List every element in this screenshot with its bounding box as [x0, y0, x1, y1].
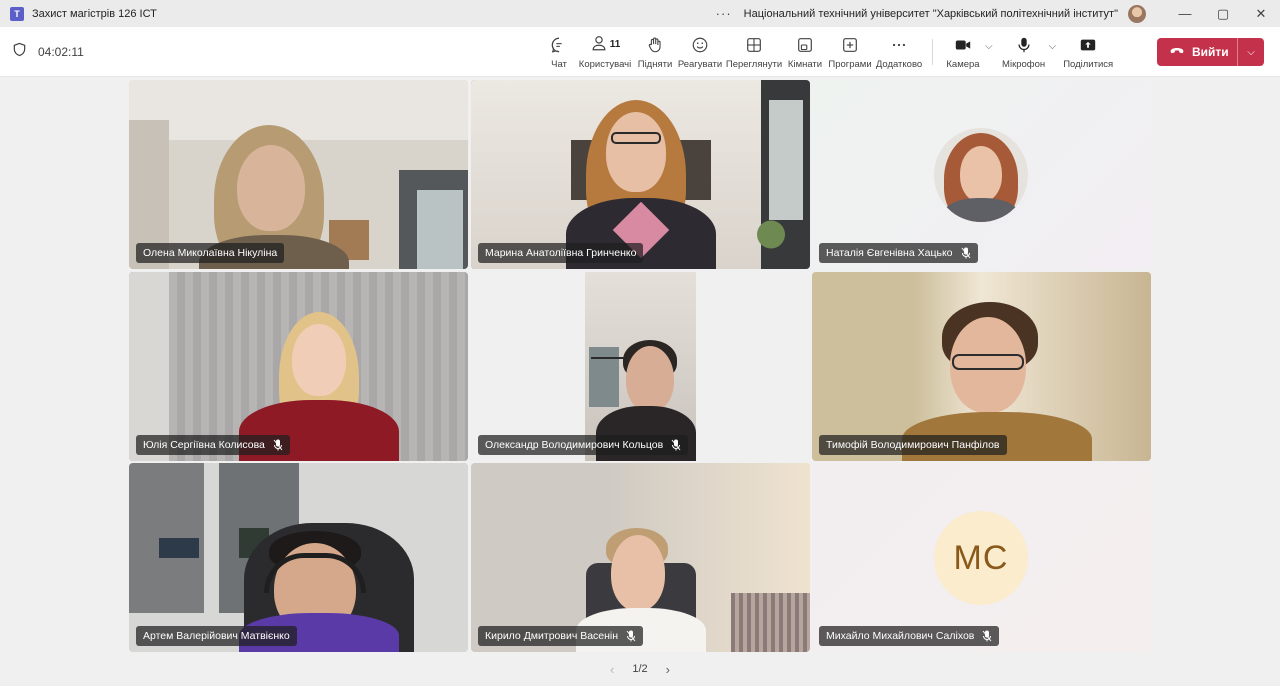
title-bar: T Захист магістрів 126 ІСТ ··· Національ… — [0, 0, 1280, 27]
rooms-button[interactable]: Кімнати — [784, 27, 826, 77]
participant-tile-speaking[interactable]: Марина Анатоліївна Гринченко — [471, 80, 810, 269]
raise-hand-label: Підняти — [637, 58, 673, 70]
shield-icon — [12, 42, 27, 62]
participant-name-tag: Кирило Дмитрович Васенін — [478, 626, 644, 646]
avatar — [934, 128, 1028, 222]
participant-tile[interactable]: Кирило Дмитрович Васенін — [471, 463, 810, 652]
chat-label: Чат — [551, 58, 567, 70]
participant-tile[interactable]: Артем Валерійович Матвієнко — [129, 463, 468, 652]
apps-button[interactable]: Програми — [826, 27, 874, 77]
participant-video — [812, 272, 1151, 461]
participant-tile[interactable]: Наталія Євгенівна Хацько — [812, 80, 1151, 269]
participant-tile[interactable]: Олександр Володимирович Кольцов — [471, 272, 810, 461]
next-page-chevron-right-icon[interactable]: › — [666, 662, 670, 677]
people-button[interactable]: 11 Користувачі — [576, 27, 634, 77]
teams-logo-icon: T — [10, 6, 24, 21]
people-icon — [590, 34, 608, 55]
raise-hand-button[interactable]: Підняти — [634, 27, 676, 77]
apps-label: Програми — [828, 58, 872, 70]
participant-tile[interactable]: Олена Миколаївна Нікуліна — [129, 80, 468, 269]
meeting-timer: 04:02:11 — [38, 44, 84, 59]
rooms-label: Кімнати — [787, 58, 823, 70]
participant-name: Олена Миколаївна Нікуліна — [143, 247, 278, 259]
grid-view-icon — [745, 35, 763, 55]
participant-video — [129, 463, 468, 652]
react-label: Реагувати — [677, 58, 723, 70]
organization-name[interactable]: Національний технічний університет "Харк… — [744, 8, 1118, 20]
people-label: Користувачі — [578, 58, 632, 70]
mic-muted-icon — [626, 630, 636, 642]
hand-icon — [646, 35, 664, 55]
participant-name-tag: Марина Анатоліївна Гринченко — [478, 243, 644, 263]
share-button[interactable]: Поділитися — [1062, 27, 1114, 77]
camera-options-chevron-down-icon[interactable]: ⌵ — [985, 41, 993, 52]
participant-video — [129, 80, 468, 269]
phone-hangup-icon — [1169, 42, 1192, 63]
chat-icon — [550, 35, 568, 55]
view-label: Переглянути — [725, 58, 783, 70]
camera-icon — [954, 35, 972, 55]
participant-name: Артем Валерійович Матвієнко — [143, 630, 290, 642]
participant-name-tag: Наталія Євгенівна Хацько — [819, 243, 978, 263]
avatar[interactable] — [1128, 4, 1146, 23]
meeting-toolbar: 04:02:11 Чат 11 Користувачі Підняти Реаг… — [0, 27, 1280, 77]
chat-button[interactable]: Чат — [542, 27, 576, 77]
mic-button[interactable]: Мікрофон — [999, 27, 1049, 77]
participant-name: Михайло Михайлович Саліхов — [826, 630, 975, 642]
participant-name: Наталія Євгенівна Хацько — [826, 247, 953, 259]
ellipsis-icon — [890, 35, 908, 55]
people-count: 11 — [609, 39, 621, 50]
minimize-button[interactable]: — — [1166, 0, 1204, 27]
mic-muted-icon — [961, 247, 970, 259]
share-label: Поділитися — [1063, 58, 1114, 70]
participant-name: Олександр Володимирович Кольцов — [485, 439, 664, 451]
view-button[interactable]: Переглянути — [724, 27, 784, 77]
initials-avatar: МС — [934, 511, 1028, 605]
leave-label: Вийти — [1192, 45, 1229, 59]
close-button[interactable]: ✕ — [1242, 0, 1280, 27]
participant-name-tag: Олена Миколаївна Нікуліна — [136, 243, 285, 263]
more-button[interactable]: Додатково — [874, 27, 924, 77]
participant-name-tag: Олександр Володимирович Кольцов — [478, 435, 689, 455]
participant-name: Юлія Сергіївна Колисова — [143, 439, 265, 451]
participant-name-tag: Михайло Михайлович Саліхов — [819, 626, 1000, 646]
participant-name-tag: Тимофій Володимирович Панфілов — [819, 435, 1007, 455]
avatar-initials: МС — [953, 538, 1009, 577]
participant-video — [471, 272, 810, 461]
participant-name: Кирило Дмитрович Васенін — [485, 630, 619, 642]
mic-muted-icon — [982, 630, 992, 642]
page-indicator: 1/2 — [632, 663, 648, 675]
mic-options-chevron-down-icon[interactable]: ⌵ — [1049, 41, 1057, 52]
page-navigation: ‹ 1/2 › — [610, 660, 670, 678]
participant-name: Тимофій Володимирович Панфілов — [826, 439, 1000, 451]
mic-muted-icon — [273, 439, 283, 451]
microphone-icon — [1015, 35, 1033, 55]
rooms-icon — [796, 35, 814, 55]
previous-page-chevron-left-icon[interactable]: ‹ — [610, 662, 614, 677]
restore-button[interactable]: ▢ — [1204, 0, 1242, 27]
participant-video — [471, 463, 810, 652]
mic-muted-icon — [671, 439, 681, 451]
react-button[interactable]: Реагувати — [676, 27, 724, 77]
camera-button[interactable]: Камера — [941, 27, 985, 77]
participant-name-tag: Юлія Сергіївна Колисова — [136, 435, 290, 455]
participant-video — [129, 272, 468, 461]
participant-tile[interactable]: Тимофій Володимирович Панфілов — [812, 272, 1151, 461]
more-label: Додатково — [875, 58, 923, 70]
smile-icon — [691, 35, 709, 55]
toolbar-divider — [932, 39, 933, 65]
leave-options-chevron-down-icon[interactable]: ⌵ — [1238, 47, 1264, 58]
share-screen-icon — [1079, 35, 1097, 55]
participant-name-tag: Артем Валерійович Матвієнко — [136, 626, 297, 646]
camera-label: Камера — [946, 58, 980, 70]
window-title: Захист магістрів 126 ІСТ — [32, 7, 157, 20]
mic-label: Мікрофон — [1002, 58, 1046, 70]
participant-tile[interactable]: Юлія Сергіївна Колисова — [129, 272, 468, 461]
participant-tile[interactable]: МС Михайло Михайлович Саліхов — [812, 463, 1151, 652]
more-options-icon[interactable]: ··· — [716, 6, 732, 21]
leave-button[interactable]: Вийти ⌵ — [1157, 38, 1264, 66]
participant-name: Марина Анатоліївна Гринченко — [485, 247, 637, 259]
participant-video — [471, 80, 810, 269]
plus-icon — [841, 35, 859, 55]
